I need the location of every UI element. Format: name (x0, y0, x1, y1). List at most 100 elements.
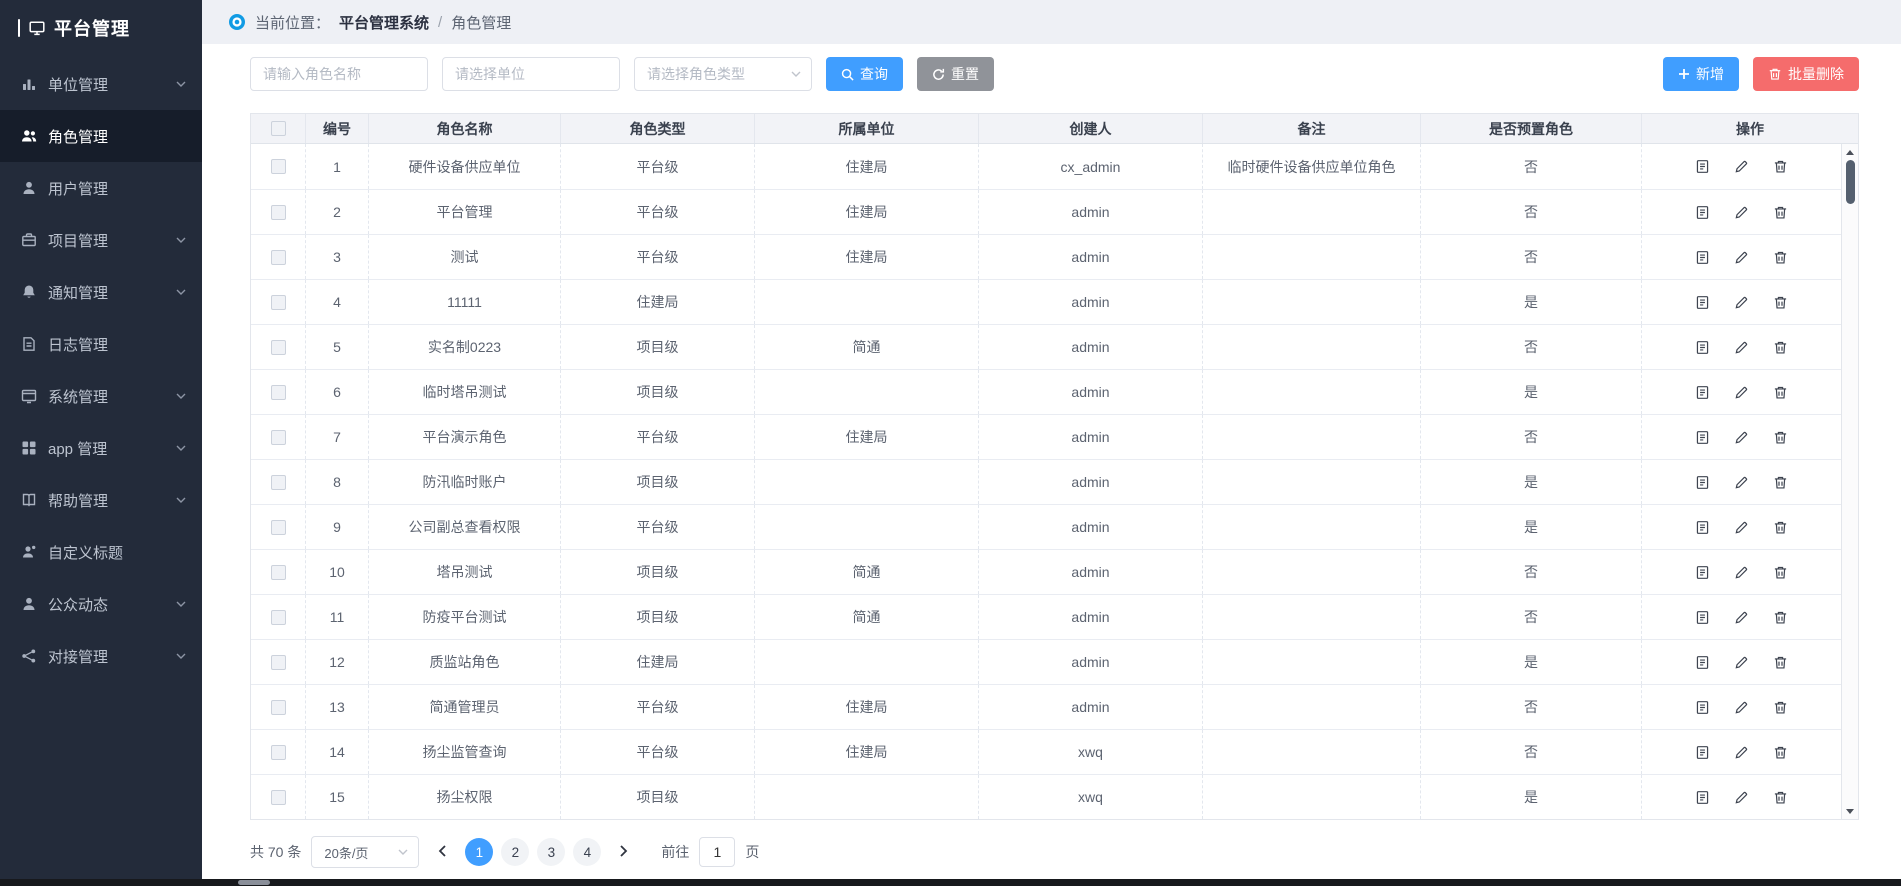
detail-icon[interactable] (1695, 745, 1710, 760)
edit-icon[interactable] (1734, 385, 1749, 400)
cell-type: 平台级 (561, 685, 755, 729)
row-checkbox[interactable] (271, 295, 286, 310)
delete-icon[interactable] (1773, 520, 1788, 535)
row-checkbox[interactable] (271, 250, 286, 265)
delete-icon[interactable] (1773, 205, 1788, 220)
row-checkbox[interactable] (271, 655, 286, 670)
delete-icon[interactable] (1773, 430, 1788, 445)
role-type-select[interactable]: 请选择角色类型 (634, 57, 812, 91)
page-button-1[interactable]: 1 (465, 838, 493, 866)
sidebar-item-角色管理[interactable]: 角色管理 (0, 110, 202, 162)
detail-icon[interactable] (1695, 700, 1710, 715)
sidebar-item-通知管理[interactable]: 通知管理 (0, 266, 202, 318)
sidebar-item-日志管理[interactable]: 日志管理 (0, 318, 202, 370)
sidebar-item-对接管理[interactable]: 对接管理 (0, 630, 202, 682)
sidebar-item-系统管理[interactable]: 系统管理 (0, 370, 202, 422)
delete-icon[interactable] (1773, 385, 1788, 400)
unit-input[interactable] (442, 57, 620, 91)
edit-icon[interactable] (1734, 520, 1749, 535)
detail-icon[interactable] (1695, 655, 1710, 670)
edit-icon[interactable] (1734, 790, 1749, 805)
sidebar-item-项目管理[interactable]: 项目管理 (0, 214, 202, 266)
edit-icon[interactable] (1734, 159, 1749, 174)
sidebar-item-label: 通知管理 (48, 282, 165, 303)
edit-icon[interactable] (1734, 610, 1749, 625)
detail-icon[interactable] (1695, 520, 1710, 535)
cell-preset: 否 (1421, 235, 1642, 279)
role-name-input[interactable] (250, 57, 428, 91)
page-button-4[interactable]: 4 (573, 838, 601, 866)
next-page-button[interactable] (611, 838, 637, 866)
sidebar-item-用户管理[interactable]: 用户管理 (0, 162, 202, 214)
search-button[interactable]: 查询 (826, 57, 903, 91)
detail-icon[interactable] (1695, 159, 1710, 174)
row-checkbox[interactable] (271, 790, 286, 805)
delete-icon[interactable] (1773, 295, 1788, 310)
select-all-checkbox[interactable] (271, 121, 286, 136)
delete-icon[interactable] (1773, 745, 1788, 760)
sidebar-item-app 管理[interactable]: app 管理 (0, 422, 202, 474)
page-button-2[interactable]: 2 (501, 838, 529, 866)
cell-name: 简通管理员 (369, 685, 561, 729)
delete-icon[interactable] (1773, 700, 1788, 715)
detail-icon[interactable] (1695, 475, 1710, 490)
edit-icon[interactable] (1734, 430, 1749, 445)
row-checkbox[interactable] (271, 565, 286, 580)
row-checkbox[interactable] (271, 610, 286, 625)
detail-icon[interactable] (1695, 205, 1710, 220)
edit-icon[interactable] (1734, 250, 1749, 265)
cell-select (251, 235, 306, 279)
edit-icon[interactable] (1734, 655, 1749, 670)
breadcrumb-root[interactable]: 平台管理系统 (339, 12, 429, 33)
delete-icon[interactable] (1773, 790, 1788, 805)
delete-icon[interactable] (1773, 475, 1788, 490)
batch-delete-button[interactable]: 批量删除 (1753, 57, 1859, 91)
edit-icon[interactable] (1734, 340, 1749, 355)
delete-icon[interactable] (1773, 655, 1788, 670)
detail-icon[interactable] (1695, 250, 1710, 265)
goto-page-input[interactable] (699, 837, 735, 867)
detail-icon[interactable] (1695, 295, 1710, 310)
delete-icon[interactable] (1773, 250, 1788, 265)
cell-unit: 住建局 (755, 685, 979, 729)
detail-icon[interactable] (1695, 610, 1710, 625)
detail-icon[interactable] (1695, 340, 1710, 355)
row-checkbox[interactable] (271, 520, 286, 535)
edit-icon[interactable] (1734, 475, 1749, 490)
row-checkbox[interactable] (271, 430, 286, 445)
reset-button[interactable]: 重置 (917, 57, 994, 91)
edit-icon[interactable] (1734, 565, 1749, 580)
row-checkbox[interactable] (271, 700, 286, 715)
edit-icon[interactable] (1734, 205, 1749, 220)
delete-icon[interactable] (1773, 565, 1788, 580)
detail-icon[interactable] (1695, 790, 1710, 805)
sidebar-item-帮助管理[interactable]: 帮助管理 (0, 474, 202, 526)
edit-icon[interactable] (1734, 700, 1749, 715)
row-checkbox[interactable] (271, 340, 286, 355)
sidebar-item-自定义标题[interactable]: 自定义标题 (0, 526, 202, 578)
page-size-select[interactable]: 20条/页 (311, 836, 419, 868)
detail-icon[interactable] (1695, 430, 1710, 445)
scroll-up-icon[interactable] (1846, 147, 1854, 157)
sidebar-item-公众动态[interactable]: 公众动态 (0, 578, 202, 630)
edit-icon[interactable] (1734, 745, 1749, 760)
delete-icon[interactable] (1773, 340, 1788, 355)
sidebar-item-单位管理[interactable]: 单位管理 (0, 58, 202, 110)
detail-icon[interactable] (1695, 385, 1710, 400)
add-button[interactable]: 新增 (1663, 57, 1739, 91)
scrollbar-thumb[interactable] (1846, 160, 1855, 204)
scroll-down-icon[interactable] (1846, 806, 1854, 816)
table-scrollbar[interactable] (1841, 144, 1858, 819)
row-checkbox[interactable] (271, 159, 286, 174)
row-checkbox[interactable] (271, 745, 286, 760)
row-checkbox[interactable] (271, 385, 286, 400)
horizontal-scrollbar-thumb[interactable] (238, 880, 270, 885)
page-button-3[interactable]: 3 (537, 838, 565, 866)
edit-icon[interactable] (1734, 295, 1749, 310)
delete-icon[interactable] (1773, 159, 1788, 174)
row-checkbox[interactable] (271, 475, 286, 490)
prev-page-button[interactable] (429, 838, 455, 866)
row-checkbox[interactable] (271, 205, 286, 220)
delete-icon[interactable] (1773, 610, 1788, 625)
detail-icon[interactable] (1695, 565, 1710, 580)
